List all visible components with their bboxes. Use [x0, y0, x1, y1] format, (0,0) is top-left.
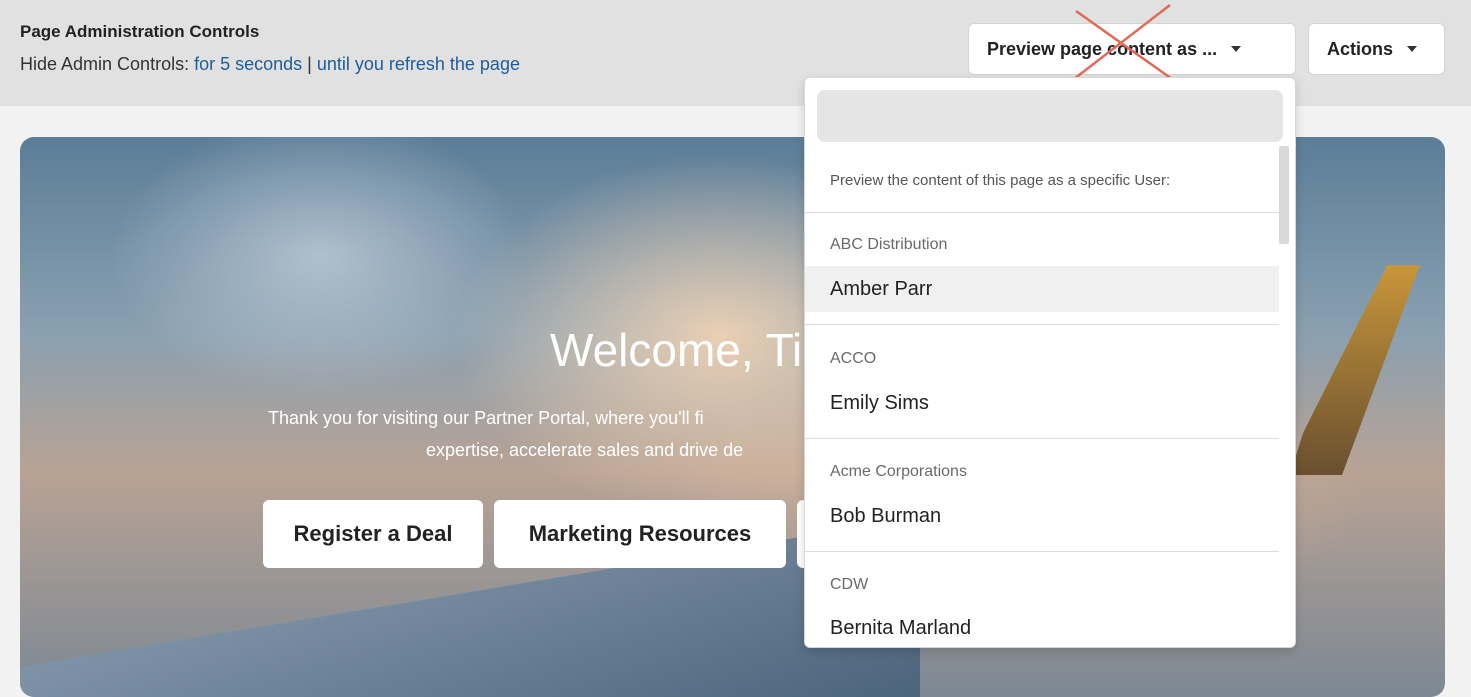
group-label: CDW [830, 576, 869, 593]
divider [805, 212, 1279, 213]
hide-admin-label: Hide Admin Controls: [20, 54, 195, 74]
group-label: ACCO [830, 350, 877, 367]
hero-description-line-1: Thank you for visiting our Partner Porta… [268, 408, 704, 428]
hero-description-line-2: expertise, accelerate sales and drive de [426, 440, 744, 460]
airplane-tail-image [1290, 265, 1420, 475]
user-option[interactable]: Amber Parr [805, 266, 1279, 312]
register-deal-button[interactable]: Register a Deal [263, 500, 483, 568]
divider [805, 324, 1279, 325]
user-option[interactable]: Bob Burman [805, 493, 1279, 539]
group-label: ABC Distribution [830, 236, 948, 253]
divider [805, 551, 1279, 552]
admin-title: Page Administration Controls [20, 22, 260, 41]
scrollbar[interactable] [1279, 146, 1289, 244]
preview-as-label: Preview page content as ... [987, 38, 1218, 59]
user-option[interactable]: Emily Sims [805, 380, 1279, 426]
preview-as-dropdown: Preview the content of this page as a sp… [804, 77, 1296, 648]
hide-until-refresh-link[interactable]: until you refresh the page [317, 54, 520, 74]
user-search-input[interactable] [817, 90, 1283, 142]
welcome-heading: Welcome, Ti [550, 324, 803, 376]
preview-as-button[interactable]: Preview page content as ... [968, 23, 1296, 75]
chevron-down-icon [1407, 46, 1418, 52]
hide-admin-controls: Hide Admin Controls: for 5 seconds | unt… [20, 54, 520, 75]
marketing-resources-button[interactable]: Marketing Resources [494, 500, 786, 568]
dropdown-help-text: Preview the content of this page as a sp… [830, 172, 1171, 189]
user-option[interactable]: Bernita Marland [805, 605, 1279, 647]
actions-label: Actions [1327, 38, 1394, 59]
actions-button[interactable]: Actions [1308, 23, 1445, 75]
hide-separator: | [302, 54, 317, 74]
divider [805, 438, 1279, 439]
hide-5-seconds-link[interactable]: for 5 seconds [194, 54, 302, 74]
group-label: Acme Corporations [830, 463, 967, 480]
chevron-down-icon [1231, 46, 1242, 52]
